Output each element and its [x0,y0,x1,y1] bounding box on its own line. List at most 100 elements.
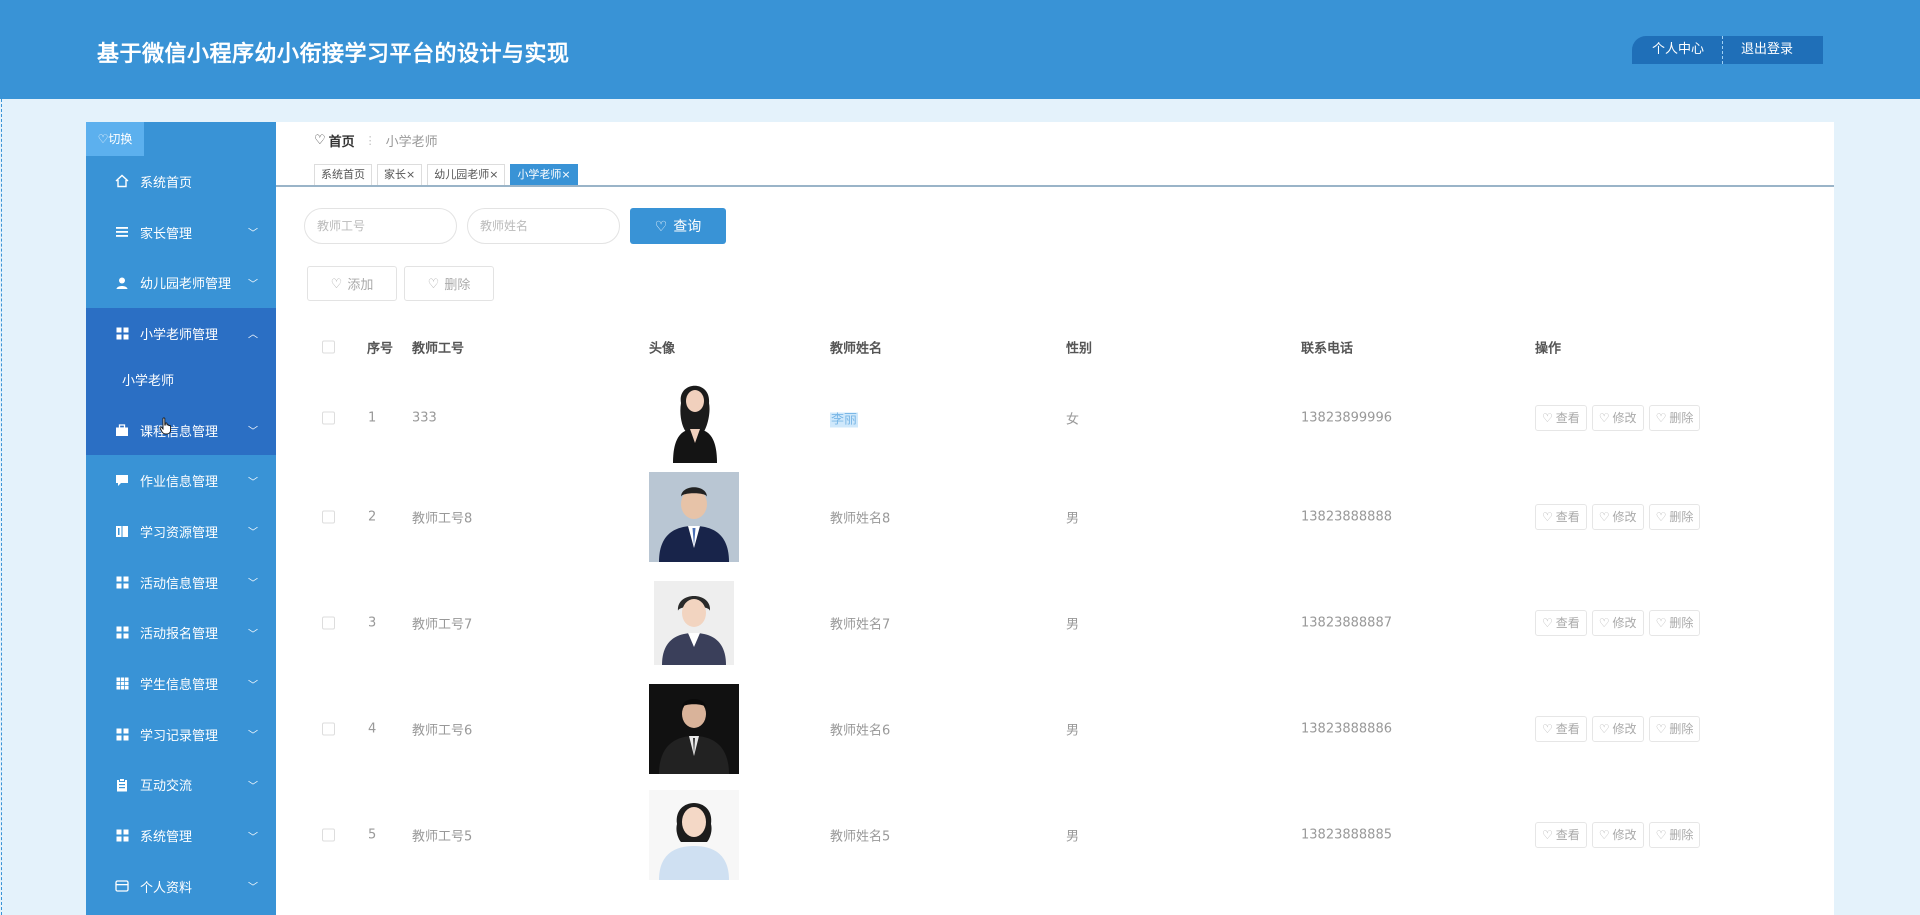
delete-row-button[interactable]: ♡ 删除 [1648,822,1701,848]
edit-button[interactable]: ♡ 修改 [1591,610,1644,636]
sidebar-item-profile[interactable]: 个人资料 ﹀ [86,861,276,912]
delete-row-button-label: 删除 [1669,722,1694,736]
sidebar-item-activities[interactable]: 活动信息管理 ﹀ [86,557,276,608]
sidebar-item-label: 学生信息管理 [140,678,219,694]
sidebar-item-kindergarten-teachers[interactable]: 幼儿园老师管理 ﹀ [86,257,276,308]
heart-icon: ♡ [1655,411,1667,425]
row-checkbox[interactable] [322,722,335,736]
app-title: 基于微信小程序幼小衔接学习平台的设计与实现 [97,42,570,67]
avatar[interactable] [649,373,739,463]
row-index: 2 [368,509,377,525]
row-checkbox[interactable] [322,616,335,630]
heart-icon: ♡ [1542,616,1553,630]
row-teacher-no: 教师工号6 [412,723,473,739]
sidebar-item-primary-teachers[interactable]: 小学老师管理 ︿ [86,308,276,359]
tab-divider [276,185,1834,187]
sidebar-item-label: 作业信息管理 [140,475,219,491]
sidebar-item-students[interactable]: 学生信息管理 ﹀ [86,658,276,709]
view-button-label: 查看 [1555,828,1580,842]
header-ops: 操作 [1535,341,1562,357]
heart-icon: ♡ [1598,828,1610,842]
row-gender: 男 [1066,723,1080,739]
table-icon [114,676,130,692]
edit-button[interactable]: ♡ 修改 [1591,504,1644,530]
row-teacher-no: 教师工号8 [412,511,473,527]
delete-row-button[interactable]: ♡ 删除 [1648,610,1701,636]
delete-row-button-label: 删除 [1669,411,1694,425]
tab-primary-teachers[interactable]: 小学老师× [510,164,578,186]
header-phone: 联系电话 [1301,341,1354,357]
mouse-cursor-icon [159,417,173,439]
clipboard-icon [114,777,130,793]
sidebar-item-homework[interactable]: 作业信息管理 ﹀ [86,455,276,506]
view-button[interactable]: ♡ 查看 [1535,504,1587,530]
sidebar-item-activity-signups[interactable]: 活动报名管理 ﹀ [86,608,276,659]
briefcase-icon [114,422,130,438]
view-button-label: 查看 [1555,616,1580,630]
heart-icon: ♡ [1542,510,1553,524]
table-row: 5 教师工号5 教师姓名5 男 13823888885 ♡ 查看 ♡ 修改 ♡ 删除 [276,782,1834,888]
row-phone: 13823888886 [1301,721,1392,737]
view-button[interactable]: ♡ 查看 [1535,610,1587,636]
sidebar-item-system[interactable]: 系统管理 ﹀ [86,810,276,861]
delete-button-label: 删除 [444,277,471,292]
main-content: ♡ 首页 ⋮ 小学老师 系统首页 家长× 幼儿园老师× 小学老师× ♡ 查询 ♡… [276,122,1834,915]
grid-icon [114,574,130,590]
sidebar-item-home[interactable]: 系统首页 [86,156,276,207]
tab-parents[interactable]: 家长× [377,164,423,186]
teacher-no-input[interactable] [304,208,457,244]
sidebar-item-interaction[interactable]: 互动交流 ﹀ [86,760,276,811]
query-button-label: 查询 [673,218,702,234]
teacher-table: 序号 教师工号 头像 教师姓名 性别 联系电话 操作 1 333 李丽 女 13… [276,322,1834,888]
view-button[interactable]: ♡ 查看 [1535,405,1587,431]
row-checkbox[interactable] [322,510,335,524]
delete-row-button[interactable]: ♡ 删除 [1648,716,1701,742]
logout-button[interactable]: 退出登录 [1723,36,1824,64]
avatar[interactable] [649,684,739,774]
chat-icon [114,473,130,489]
delete-button[interactable]: ♡ 删除 [404,266,494,301]
query-button[interactable]: ♡ 查询 [630,208,726,244]
search-bar: ♡ 查询 [304,208,726,244]
header-teacher-no: 教师工号 [412,341,465,357]
sidebar-item-resources[interactable]: 学习资源管理 ﹀ [86,506,276,557]
sidebar-item-courses[interactable]: 课程信息管理 ﹀ [86,404,276,456]
select-all-checkbox[interactable] [322,340,335,354]
delete-row-button[interactable]: ♡ 删除 [1648,504,1701,530]
row-checkbox[interactable] [322,411,335,425]
delete-row-button[interactable]: ♡ 删除 [1648,405,1701,431]
edit-button[interactable]: ♡ 修改 [1591,405,1644,431]
heart-icon: ♡ [1598,411,1610,425]
breadcrumb-home[interactable]: ♡ 首页 [314,131,355,150]
sidebar-item-label: 幼儿园老师管理 [140,277,232,293]
sidebar-item-label: 活动信息管理 [140,576,219,592]
table-row: 2 教师工号8 教师姓名8 男 13823888888 ♡ 查看 ♡ 修改 ♡ 删除 [276,464,1834,570]
submenu-item-primary-teacher[interactable]: 小学老师 [86,359,276,405]
row-gender: 男 [1066,511,1080,527]
avatar[interactable] [649,790,739,880]
tab-kindergarten-teachers[interactable]: 幼儿园老师× [427,164,506,186]
avatar[interactable] [649,472,739,562]
view-button[interactable]: ♡ 查看 [1535,822,1587,848]
heart-icon: ♡ [314,132,326,148]
view-button[interactable]: ♡ 查看 [1535,716,1587,742]
sidebar-item-learning-records[interactable]: 学习记录管理 ﹀ [86,709,276,760]
teacher-name-input[interactable] [467,208,620,244]
edit-button[interactable]: ♡ 修改 [1591,822,1644,848]
edit-button-label: 修改 [1612,722,1637,736]
header-teacher-name: 教师姓名 [830,341,883,357]
add-button[interactable]: ♡ 添加 [307,266,397,301]
avatar[interactable] [649,578,739,668]
header-gender: 性别 [1066,341,1093,357]
heart-icon: ♡ [330,275,343,291]
grid-icon [114,828,130,844]
tab-home[interactable]: 系统首页 [314,164,372,186]
sidebar-item-parents[interactable]: 家长管理 ﹀ [86,207,276,258]
edit-button[interactable]: ♡ 修改 [1591,716,1644,742]
sidebar: ♡切换 系统首页 家长管理 ﹀ 幼儿园老师管理 ﹀ 小学老师管理 ︿ 小学老师 … [86,122,276,915]
sidebar-item-label: 互动交流 [140,779,193,795]
row-checkbox[interactable] [322,828,335,842]
heart-icon: ♡ [1598,616,1610,630]
switch-button[interactable]: ♡切换 [86,122,144,156]
personal-center-button[interactable]: 个人中心 [1632,36,1724,64]
